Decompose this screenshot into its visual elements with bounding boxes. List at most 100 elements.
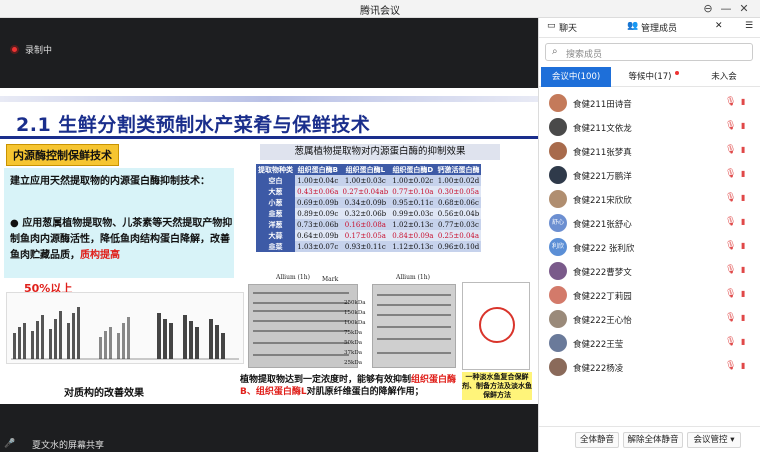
member-search[interactable]: ⌕ 搜索成员 bbox=[545, 43, 753, 61]
tab-in-meeting[interactable]: 会议中(100) bbox=[541, 67, 611, 87]
table-row-label: 大葱 bbox=[256, 186, 295, 197]
mic-icon[interactable]: 🎤 bbox=[4, 438, 16, 450]
camera-off-icon[interactable]: ▮ bbox=[741, 361, 745, 370]
table-cell: 1.00±0.02c bbox=[390, 175, 436, 186]
member-row[interactable]: 食健211文依龙 🎙 ▮ bbox=[539, 116, 760, 140]
close-window-icon[interactable]: ✕ bbox=[736, 1, 752, 17]
mic-muted-icon[interactable]: 🎙 bbox=[725, 169, 736, 179]
unmute-all-button[interactable]: 解除全体静音 bbox=[623, 432, 683, 448]
members-icon[interactable]: 👥 bbox=[627, 21, 638, 31]
marker-150: 150kDa bbox=[344, 310, 366, 316]
mic-muted-icon[interactable]: 🎙 bbox=[725, 361, 736, 371]
waiting-notification-dot bbox=[675, 71, 679, 75]
mic-muted-icon[interactable]: 🎙 bbox=[725, 217, 736, 227]
camera-off-icon[interactable]: ▮ bbox=[741, 313, 745, 322]
member-name: 食健221万鹏洋 bbox=[573, 172, 632, 182]
panel-footer: 全体静音 解除全体静音 会议管控 ▾ bbox=[539, 426, 760, 452]
tab-not-joined[interactable]: 未入会 bbox=[689, 67, 759, 87]
mic-muted-icon[interactable]: 🎙 bbox=[725, 313, 736, 323]
table-cell: 0.77±0.03c bbox=[435, 219, 482, 230]
member-row[interactable]: 食健222丁莉园 🎙 ▮ bbox=[539, 284, 760, 308]
member-avatar bbox=[549, 334, 567, 352]
patent-caption: 一种淡水鱼复合保鲜剂、制备方法及淡水鱼保鲜方法 bbox=[462, 372, 532, 400]
mic-muted-icon[interactable]: 🎙 bbox=[725, 121, 736, 131]
table-cell: 0.43±0.06a bbox=[295, 186, 341, 197]
search-placeholder: 搜索成员 bbox=[566, 50, 603, 60]
mute-all-button[interactable]: 全体静音 bbox=[575, 432, 619, 448]
member-row[interactable]: 食健221宋欣欣 🎙 ▮ bbox=[539, 188, 760, 212]
chat-icon[interactable]: ▭ bbox=[547, 21, 556, 31]
table-cell: 0.64±0.09b bbox=[295, 230, 341, 241]
sds-gel-image-2 bbox=[372, 284, 456, 368]
mic-muted-icon[interactable]: 🎙 bbox=[725, 337, 736, 347]
conclusion-suffix: 对肌原纤维蛋白的降解作用； bbox=[306, 387, 424, 397]
table-cell: 1.03±0.07c bbox=[295, 241, 341, 252]
mic-muted-icon[interactable]: 🎙 bbox=[725, 265, 736, 275]
tab-manage-members[interactable]: 管理成员 bbox=[641, 21, 677, 34]
panel-tabs: ▭ 聊天 👥 管理成员 ✕ ☰ bbox=[539, 18, 760, 38]
camera-off-icon[interactable]: ▮ bbox=[741, 97, 745, 106]
member-row[interactable]: 食健222杨凌 🎙 ▮ bbox=[539, 356, 760, 380]
camera-off-icon[interactable]: ▮ bbox=[741, 121, 745, 130]
table-row-label: 韭葱 bbox=[256, 208, 295, 219]
member-avatar bbox=[549, 118, 567, 136]
member-name: 食健222 张利欣 bbox=[573, 244, 635, 254]
member-row[interactable]: 食健221万鹏洋 🎙 ▮ bbox=[539, 164, 760, 188]
section-badge: 内源酶控制保鲜技术 bbox=[6, 144, 119, 166]
tab-chat[interactable]: 聊天 bbox=[559, 21, 577, 34]
camera-off-icon[interactable]: ▮ bbox=[741, 241, 745, 250]
member-avatar bbox=[549, 286, 567, 304]
member-avatar bbox=[549, 310, 567, 328]
marker-100: 100kDa bbox=[344, 320, 366, 326]
pin-icon[interactable]: ⊖ bbox=[700, 1, 716, 17]
member-avatar bbox=[549, 94, 567, 112]
member-row[interactable]: 舒心 食健221张舒心 🎙 ▮ bbox=[539, 212, 760, 236]
close-tab-icon[interactable]: ✕ bbox=[715, 21, 723, 31]
camera-off-icon[interactable]: ▮ bbox=[741, 337, 745, 346]
table-row-label: 大蒜 bbox=[256, 230, 295, 241]
member-row[interactable]: 食健211张梦真 🎙 ▮ bbox=[539, 140, 760, 164]
menu-icon[interactable]: ☰ bbox=[745, 21, 753, 31]
table-header-cell: 钙激活蛋白酶 bbox=[435, 164, 482, 175]
table-cell: 0.32±0.06b bbox=[340, 208, 391, 219]
table-cell: 1.00±0.02d bbox=[435, 175, 482, 186]
member-row[interactable]: 食健222曹梦文 🎙 ▮ bbox=[539, 260, 760, 284]
camera-off-icon[interactable]: ▮ bbox=[741, 145, 745, 154]
technique-heading: 建立应用天然提取物的内源蛋白酶抑制技术： bbox=[10, 176, 210, 187]
member-name: 食健211张梦真 bbox=[573, 148, 632, 158]
member-row[interactable]: 食健222王心怡 🎙 ▮ bbox=[539, 308, 760, 332]
member-row[interactable]: 食健222王莹 🎙 ▮ bbox=[539, 332, 760, 356]
minimize-icon[interactable]: — bbox=[718, 1, 734, 17]
camera-off-icon[interactable]: ▮ bbox=[741, 265, 745, 274]
camera-off-icon[interactable]: ▮ bbox=[741, 193, 745, 202]
camera-off-icon[interactable]: ▮ bbox=[741, 289, 745, 298]
recording-indicator[interactable]: 录制中 bbox=[10, 42, 52, 56]
meeting-controls-button[interactable]: 会议管控 ▾ bbox=[687, 432, 741, 448]
sds-gel-image-1 bbox=[248, 284, 358, 368]
mic-muted-icon[interactable]: 🎙 bbox=[725, 193, 736, 203]
member-avatar bbox=[549, 142, 567, 160]
table-cell: 1.12±0.13c bbox=[390, 241, 436, 252]
camera-off-icon[interactable]: ▮ bbox=[741, 217, 745, 226]
tab-waiting[interactable]: 等候中(17) bbox=[613, 67, 687, 87]
member-row[interactable]: 食健211田诗音 🎙 ▮ bbox=[539, 92, 760, 116]
camera-off-icon[interactable]: ▮ bbox=[741, 169, 745, 178]
patent-certificate-image bbox=[462, 282, 530, 370]
table-cell: 1.00±0.03c bbox=[340, 175, 391, 186]
presentation-slide: 2.1 生鲜分割类预制水产菜肴与保鲜技术 内源酶控制保鲜技术 建立应用天然提取物… bbox=[0, 88, 538, 404]
texture-charts-image bbox=[6, 292, 244, 364]
table-cell: 0.30±0.05a bbox=[435, 186, 482, 197]
table-cell: 1.02±0.13c bbox=[390, 219, 436, 230]
table-row-label: 小葱 bbox=[256, 197, 295, 208]
table-cell: 0.99±0.03c bbox=[390, 208, 436, 219]
mic-muted-icon[interactable]: 🎙 bbox=[725, 97, 736, 107]
member-name: 食健211田诗音 bbox=[573, 100, 632, 110]
mic-muted-icon[interactable]: 🎙 bbox=[725, 241, 736, 251]
member-subtabs: 会议中(100) 等候中(17) 未入会 bbox=[539, 67, 760, 87]
sharer-label: 夏文水的屏幕共享 bbox=[32, 440, 105, 451]
mic-muted-icon[interactable]: 🎙 bbox=[725, 289, 736, 299]
table-row: 小葱 0.69±0.09b 0.34±0.09b 0.95±0.11c 0.68±0.0… bbox=[256, 197, 482, 208]
marker-37: 37kDa bbox=[344, 350, 363, 356]
mic-muted-icon[interactable]: 🎙 bbox=[725, 145, 736, 155]
member-row[interactable]: 利欣 食健222 张利欣 🎙 ▮ bbox=[539, 236, 760, 260]
